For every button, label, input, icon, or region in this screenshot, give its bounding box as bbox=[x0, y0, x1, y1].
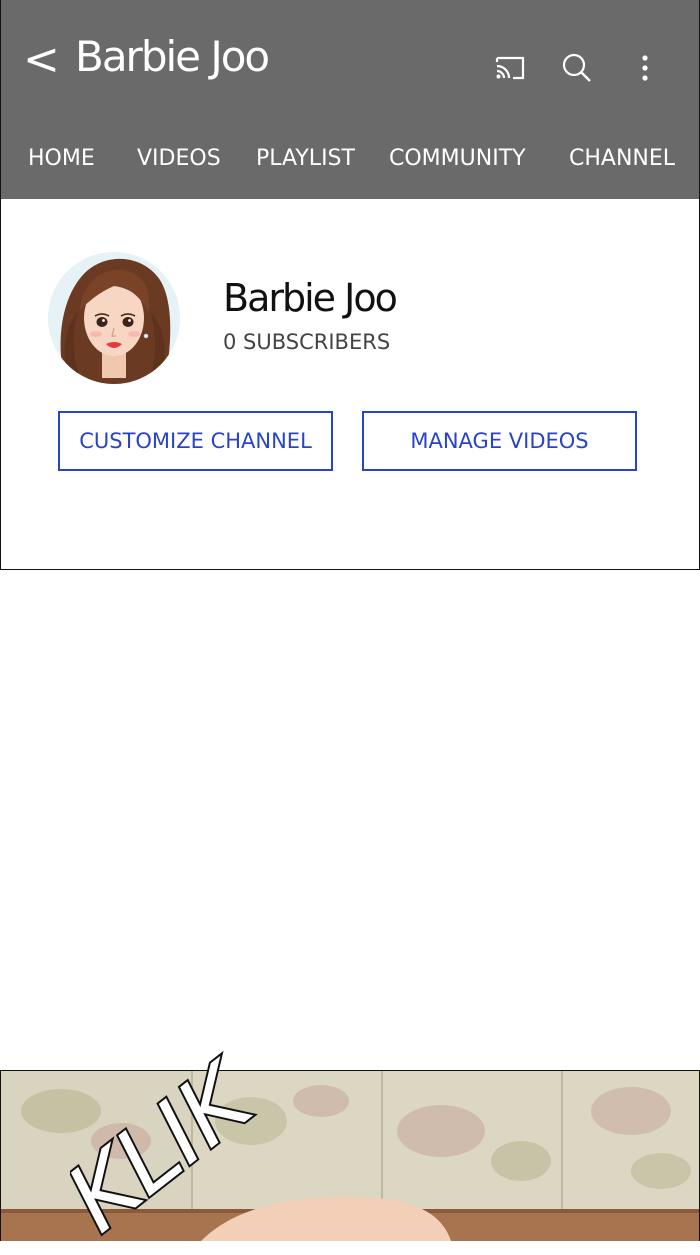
page-title: Barbie Joo bbox=[75, 32, 270, 81]
tab-channel[interactable]: CHANNEL bbox=[569, 146, 675, 171]
search-icon bbox=[562, 53, 591, 82]
tab-playlist[interactable]: PLAYLIST bbox=[256, 146, 355, 171]
search-button[interactable] bbox=[557, 48, 597, 88]
tab-home[interactable]: HOME bbox=[28, 146, 95, 171]
tab-videos[interactable]: VIDEOS bbox=[137, 146, 221, 171]
more-options-button[interactable] bbox=[625, 48, 665, 88]
app-bar: < Barbie Joo HOME VIDEOS PLAYLIST COMMUN… bbox=[1, 0, 699, 199]
more-vert-icon bbox=[642, 55, 648, 81]
tab-bar: HOME VIDEOS PLAYLIST COMMUNITY CHANNEL bbox=[1, 146, 699, 186]
back-button[interactable]: < bbox=[23, 30, 60, 90]
cast-icon bbox=[495, 56, 525, 80]
subscriber-count: 0 SUBSCRIBERS bbox=[223, 330, 391, 354]
customize-channel-button[interactable]: CUSTOMIZE CHANNEL bbox=[58, 411, 333, 471]
channel-screen-panel: < Barbie Joo HOME VIDEOS PLAYLIST COMMUN… bbox=[0, 0, 700, 570]
tab-community[interactable]: COMMUNITY bbox=[389, 146, 526, 171]
sound-effect: KLIK bbox=[46, 1039, 330, 1254]
sound-effect-text: KLIK bbox=[70, 1050, 276, 1250]
avatar bbox=[48, 252, 180, 384]
manage-videos-button[interactable]: MANAGE VIDEOS bbox=[362, 411, 637, 471]
channel-name: Barbie Joo bbox=[223, 276, 398, 320]
cast-button[interactable] bbox=[491, 48, 531, 88]
